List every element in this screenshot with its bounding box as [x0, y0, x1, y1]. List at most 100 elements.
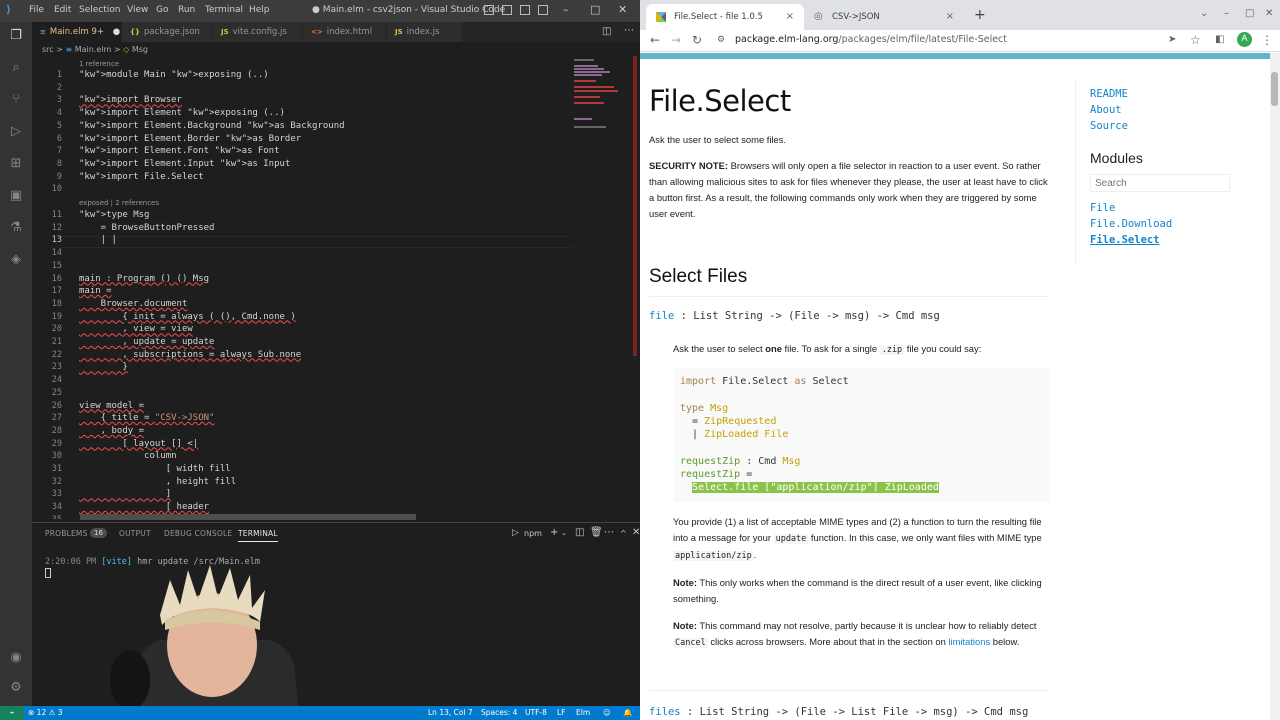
- toggle-panel-icon[interactable]: [502, 5, 512, 15]
- back-icon[interactable]: ←: [650, 33, 660, 47]
- maximize-panel-icon[interactable]: ^: [620, 529, 627, 538]
- terminal-shell-name[interactable]: npm: [524, 529, 542, 538]
- breadcrumb-src[interactable]: src: [42, 45, 54, 54]
- close-tab-icon[interactable]: ×: [786, 4, 794, 30]
- tab-main-elm[interactable]: ≡ Main.elm 9+ ●: [32, 22, 122, 42]
- function-name[interactable]: files: [649, 706, 681, 718]
- inline-code: application/zip: [673, 551, 754, 561]
- address-bar[interactable]: package.elm-lang.org/packages/elm/file/l…: [735, 34, 1007, 45]
- minimize-icon[interactable]: –: [563, 3, 569, 16]
- browser-window: File.Select - file 1.0.5 × ◎ CSV->JSON ×…: [640, 0, 1280, 720]
- split-editor-icon[interactable]: ◫: [602, 26, 611, 37]
- testing-icon[interactable]: ⚗: [6, 218, 26, 238]
- menu-go[interactable]: Go: [156, 5, 168, 15]
- breadcrumb-symbol[interactable]: Msg: [132, 45, 148, 54]
- limitations-link[interactable]: limitations: [948, 636, 990, 647]
- minimize-icon[interactable]: –: [1224, 8, 1229, 19]
- code-editor[interactable]: 1 reference exposed | 2 references 1 "kw"…: [32, 56, 572, 519]
- profile-avatar[interactable]: A: [1237, 32, 1252, 47]
- tab-index-js[interactable]: JS index.js: [387, 22, 463, 42]
- reload-icon[interactable]: ↻: [692, 33, 702, 47]
- readme-link[interactable]: README: [1090, 88, 1128, 100]
- tab-index-html[interactable]: <> index.html: [303, 22, 387, 42]
- codelens-references[interactable]: exposed | 2 references: [79, 199, 159, 207]
- side-panel-icon[interactable]: ◧: [1215, 34, 1224, 45]
- menu-help[interactable]: Help: [249, 5, 270, 15]
- account-icon[interactable]: ◉: [6, 648, 26, 668]
- function-name[interactable]: file: [649, 310, 674, 322]
- modified-dot[interactable]: ●: [113, 27, 120, 37]
- close-window-icon[interactable]: ✕: [1265, 8, 1273, 19]
- tab-search-icon[interactable]: ⌄: [1200, 8, 1208, 19]
- menu-edit[interactable]: Edit: [54, 5, 71, 15]
- forward-icon[interactable]: →: [671, 33, 681, 47]
- code-line: main =: [79, 286, 112, 297]
- breadcrumb-file[interactable]: Main.elm: [75, 45, 112, 54]
- page-scrollbar[interactable]: [1270, 53, 1280, 720]
- language-mode[interactable]: Elm: [576, 708, 590, 717]
- terminal-dropdown-icon[interactable]: ⌄: [561, 529, 567, 537]
- tab-debug-console[interactable]: DEBUG CONSOLE: [164, 529, 232, 538]
- note-text: This only works when the command is the …: [673, 577, 1042, 604]
- breadcrumb-separator: >: [56, 45, 63, 54]
- send-to-device-icon[interactable]: ➤: [1168, 34, 1176, 45]
- toggle-secondary-sidebar-icon[interactable]: [520, 5, 530, 15]
- tab-output[interactable]: OUTPUT: [119, 529, 151, 538]
- menu-view[interactable]: View: [127, 5, 148, 15]
- cursor-position[interactable]: Ln 13, Col 7: [428, 708, 473, 717]
- about-link[interactable]: About: [1090, 104, 1122, 116]
- run-debug-icon[interactable]: ▷: [6, 122, 26, 142]
- search-icon[interactable]: ⌕: [6, 58, 26, 78]
- maximize-icon[interactable]: □: [1245, 8, 1254, 19]
- site-info-icon[interactable]: ⚙: [717, 35, 725, 45]
- module-search-input[interactable]: [1090, 174, 1230, 192]
- tab-vite-config[interactable]: JS vite.config.js: [213, 22, 303, 42]
- minimap[interactable]: [572, 56, 630, 136]
- horizontal-scrollbar[interactable]: [80, 514, 416, 520]
- codelens-references[interactable]: 1 reference: [79, 60, 119, 68]
- problems-status[interactable]: ⊗ 12 ⚠ 3: [28, 708, 62, 717]
- scrollbar-thumb[interactable]: [1271, 72, 1278, 106]
- browser-tab-csv-json[interactable]: ◎ CSV->JSON ×: [804, 4, 964, 30]
- encoding[interactable]: UTF-8: [525, 708, 547, 717]
- maximize-icon[interactable]: □: [590, 3, 600, 16]
- end-of-line[interactable]: LF: [557, 708, 566, 717]
- browser-tab-file-select[interactable]: File.Select - file 1.0.5 ×: [646, 4, 804, 30]
- indentation[interactable]: Spaces: 4: [481, 708, 517, 717]
- terminal-shell-icon[interactable]: ▷: [512, 528, 519, 538]
- tab-problems[interactable]: PROBLEMS: [45, 529, 88, 538]
- browser-menu-icon[interactable]: ⋮: [1261, 33, 1273, 47]
- more-icon[interactable]: ⋯: [604, 527, 614, 538]
- close-window-icon[interactable]: ✕: [618, 3, 627, 16]
- docker-icon[interactable]: ◈: [6, 250, 26, 270]
- notifications-icon[interactable]: 🔔: [623, 708, 632, 717]
- menu-selection[interactable]: Selection: [79, 5, 120, 15]
- menu-file[interactable]: File: [29, 5, 44, 15]
- extensions-icon[interactable]: ⊞: [6, 154, 26, 174]
- more-actions-icon[interactable]: ⋯: [624, 25, 634, 36]
- remote-indicator-icon[interactable]: ⌁: [0, 706, 24, 720]
- kill-terminal-icon[interactable]: 🗑: [590, 527, 603, 538]
- close-tab-icon[interactable]: ×: [946, 4, 954, 30]
- split-terminal-icon[interactable]: ◫: [575, 527, 584, 538]
- bookmark-star-icon[interactable]: ☆: [1190, 33, 1201, 47]
- menu-terminal[interactable]: Terminal: [205, 5, 243, 15]
- tab-terminal[interactable]: TERMINAL: [238, 529, 278, 542]
- explorer-icon[interactable]: ❐: [6, 26, 26, 46]
- new-tab-button[interactable]: +: [974, 7, 986, 23]
- new-terminal-icon[interactable]: +: [550, 527, 558, 538]
- toggle-sidebar-icon[interactable]: [484, 5, 494, 15]
- feedback-icon[interactable]: ☺: [603, 708, 611, 717]
- customize-layout-icon[interactable]: [538, 5, 548, 15]
- module-link-file-download[interactable]: File.Download: [1090, 218, 1172, 230]
- vertical-scrollbar[interactable]: [632, 56, 638, 356]
- close-panel-icon[interactable]: ✕: [632, 527, 640, 538]
- module-link-file[interactable]: File: [1090, 202, 1115, 214]
- source-link[interactable]: Source: [1090, 120, 1128, 132]
- module-link-file-select[interactable]: File.Select: [1090, 234, 1160, 246]
- remote-explorer-icon[interactable]: ▣: [6, 186, 26, 206]
- tab-package-json[interactable]: {} package.json: [122, 22, 213, 42]
- menu-run[interactable]: Run: [178, 5, 195, 15]
- settings-gear-icon[interactable]: ⚙: [6, 678, 26, 698]
- source-control-icon[interactable]: ⑂: [6, 90, 26, 110]
